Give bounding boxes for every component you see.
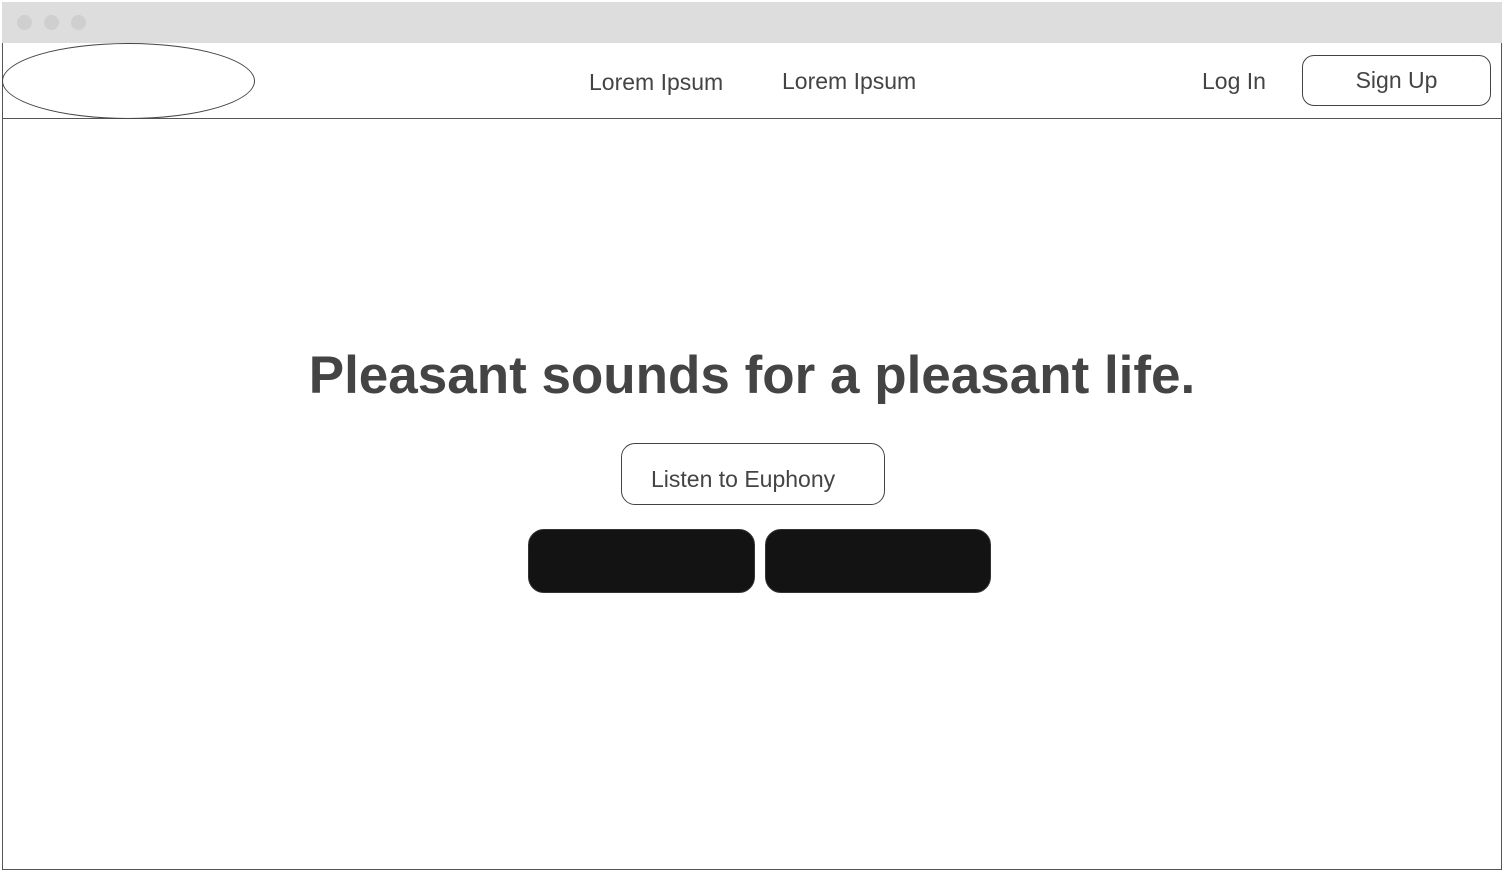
nav-link-2[interactable]: Lorem Ipsum (782, 68, 916, 95)
window-titlebar (2, 2, 1502, 44)
top-navbar: Lorem Ipsum Lorem Ipsum Log In Sign Up (2, 43, 1502, 119)
hero-headline: Pleasant sounds for a pleasant life. (308, 346, 1196, 405)
login-link[interactable]: Log In (1202, 68, 1266, 95)
app-store-button-2[interactable] (765, 529, 991, 593)
window-minimize-dot[interactable] (44, 15, 59, 30)
logo-placeholder-icon[interactable] (2, 43, 255, 119)
listen-button[interactable]: Listen to Euphony (621, 443, 885, 505)
app-store-button-1[interactable] (528, 529, 755, 593)
window-maximize-dot[interactable] (71, 15, 86, 30)
nav-link-1[interactable]: Lorem Ipsum (589, 69, 723, 96)
signup-button[interactable]: Sign Up (1302, 55, 1491, 106)
window-close-dot[interactable] (17, 15, 32, 30)
